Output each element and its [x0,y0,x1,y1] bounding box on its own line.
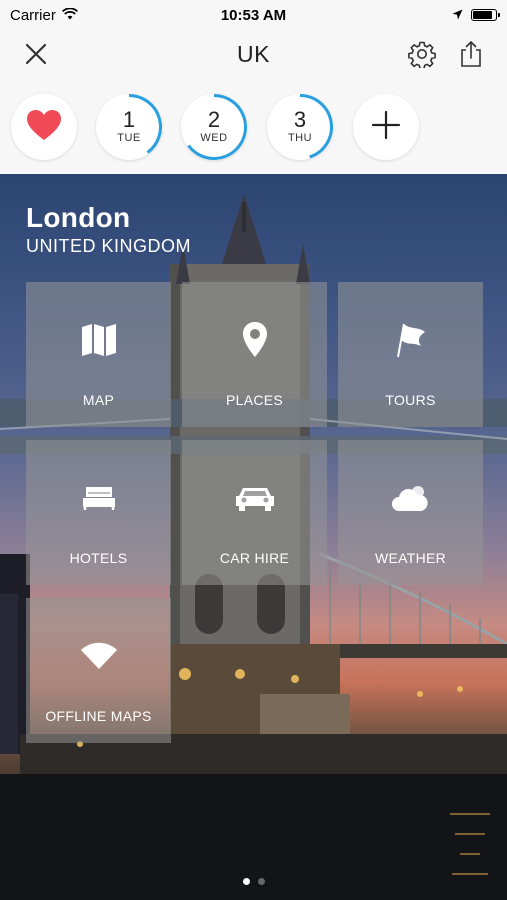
wifi-icon [26,636,171,676]
day-name: TUE [117,132,141,144]
weather-icon [338,478,483,518]
tile-tours[interactable]: TOURS [338,282,483,427]
tile-label: MAP [82,392,115,408]
country-name: UNITED KINGDOM [26,236,192,256]
tile-label: OFFLINE MAPS [45,708,152,724]
flag-icon [338,320,483,360]
plus-icon [371,110,401,145]
pin-icon [182,320,327,360]
location-arrow-icon [452,7,463,24]
day-3-button[interactable]: 3 THU [267,94,333,160]
day-number: 2 [207,107,221,132]
heart-icon [26,109,62,146]
bed-icon [26,478,171,518]
car-icon [182,478,327,518]
status-bar: Carrier 10:53 AM [0,0,507,30]
favorites-button[interactable] [11,94,77,160]
day-1-button[interactable]: 1 TUE [96,94,162,160]
page-title: UK [237,40,270,67]
tile-label: TOURS [385,392,436,408]
share-icon[interactable] [453,36,489,72]
tile-weather[interactable]: WEATHER [338,440,483,585]
city-name: London [26,202,131,233]
page-indicator[interactable] [0,878,507,885]
page-dot [242,878,250,885]
day-2-button[interactable]: 2 WED [181,94,247,160]
tile-label: HOTELS [69,550,128,566]
tile-label: PLACES [225,392,284,408]
day-number: 3 [293,107,307,132]
page-dot [257,878,265,885]
destination-hero: London UNITED KINGDOM MAP PLACES TOURS H… [0,174,507,900]
wifi-icon [61,7,78,24]
day-number: 1 [122,107,136,132]
tile-label: WEATHER [374,550,447,566]
day-strip: 1 TUE 2 WED 3 THU [0,78,507,174]
carrier-label: Carrier [10,6,56,24]
close-icon[interactable] [18,36,54,72]
day-name: THU [287,132,313,144]
add-day-button[interactable] [353,94,419,160]
nav-bar: UK [0,30,507,78]
tile-offline-maps[interactable]: OFFLINE MAPS [26,598,171,743]
map-icon [26,320,171,360]
day-name: WED [200,132,228,144]
tile-places[interactable]: PLACES [182,282,327,427]
tile-map[interactable]: MAP [26,282,171,427]
tile-car-hire[interactable]: CAR HIRE [182,440,327,585]
battery-icon [471,9,500,21]
tile-hotels[interactable]: HOTELS [26,440,171,585]
gear-icon[interactable] [404,36,440,72]
tile-label: CAR HIRE [219,550,290,566]
